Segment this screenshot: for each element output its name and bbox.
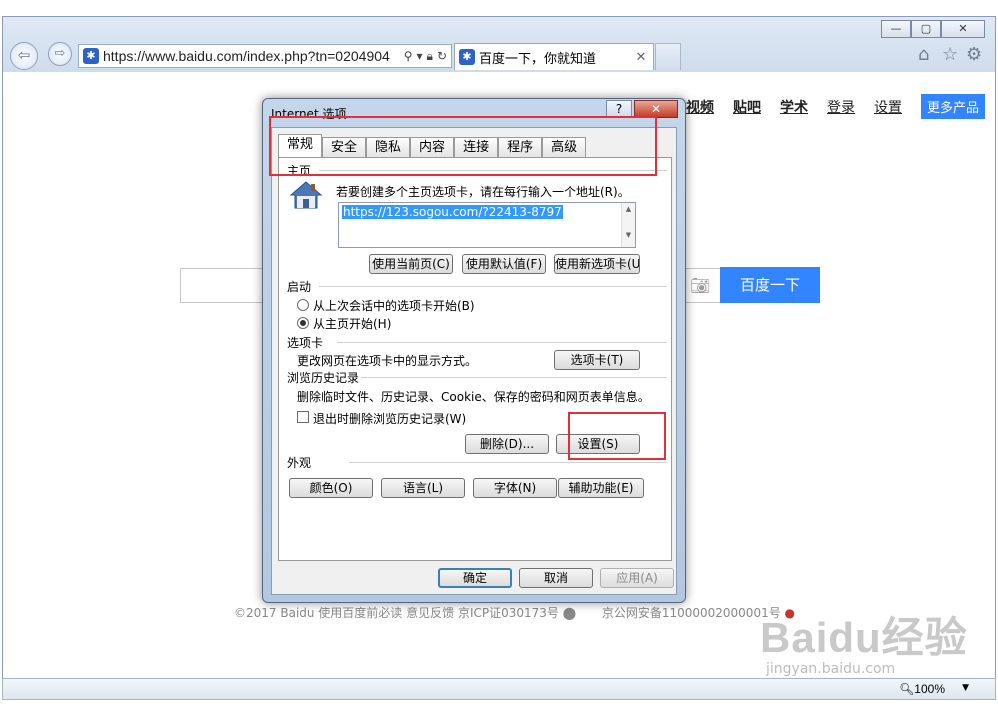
- homepage-url-textarea[interactable]: https://123.sogou.com/?22413-8797 ▲ ▼: [338, 202, 636, 248]
- fonts-button[interactable]: 字体(N): [473, 478, 557, 498]
- appearance-section-label: 外观: [287, 456, 312, 470]
- divider: [361, 377, 667, 378]
- home-icon[interactable]: ⌂: [918, 44, 929, 65]
- status-bar: 🔍︎100% ▼: [2, 678, 996, 700]
- dropdown-arrow-icon[interactable]: ▾: [417, 49, 423, 63]
- minimize-button[interactable]: —: [881, 20, 911, 38]
- lock-icon: 🔒︎: [426, 48, 433, 63]
- nav-video-link[interactable]: 视频: [686, 97, 714, 117]
- zoom-level[interactable]: 🔍︎100%: [899, 682, 945, 696]
- address-url[interactable]: https://www.baidu.com/index.php?tn=02049…: [103, 48, 404, 64]
- cancel-button[interactable]: 取消: [519, 568, 593, 588]
- settings-highlight-box: [568, 412, 666, 460]
- tabs-section-label: 选项卡: [287, 336, 324, 350]
- baidu-jingyan-watermark: Baidu经验 jingyan.baidu.com: [760, 604, 968, 677]
- camera-icon[interactable]: 📷︎: [690, 276, 710, 295]
- divider: [319, 286, 667, 287]
- baidu-top-nav: 视频 贴吧 学术 登录 设置 更多产品: [686, 94, 986, 119]
- back-arrow-icon: ⇦: [17, 46, 31, 64]
- startup-last-session-label[interactable]: 从上次会话中的选项卡开始(B): [313, 297, 475, 314]
- startup-homepage-radio[interactable]: [297, 317, 309, 329]
- use-default-button[interactable]: 使用默认值(F): [462, 254, 546, 274]
- baidu-search-button[interactable]: 百度一下: [720, 267, 820, 303]
- accessibility-button[interactable]: 辅助功能(E): [558, 478, 644, 498]
- delete-on-exit-checkbox[interactable]: [297, 411, 309, 423]
- apply-button[interactable]: 应用(A): [600, 568, 674, 588]
- gear-icon[interactable]: ⚙: [966, 44, 982, 65]
- baidu-footer: ©2017 Baidu 使用百度前必读 意见反馈 京ICP证030173号 ⬤ …: [234, 604, 795, 621]
- forward-arrow-icon: ⇨: [54, 46, 66, 61]
- tab-favicon-icon: ✱: [459, 49, 475, 65]
- use-current-button[interactable]: 使用当前页(C): [369, 254, 453, 274]
- new-tab-button[interactable]: [655, 43, 681, 70]
- maximize-button[interactable]: ▢: [911, 20, 941, 38]
- house-icon: [289, 181, 323, 209]
- homepage-instruction: 若要创建多个主页选项卡，请在每行输入一个地址(R)。: [336, 185, 630, 199]
- nav-xueshu-link[interactable]: 学术: [780, 97, 808, 117]
- browser-window: — ▢ ✕ ⇦ ⇨ ✱ https://www.baidu.com/index.…: [0, 0, 998, 710]
- footer-copyright: ©2017 Baidu 使用百度前必读 意见反馈 京ICP证030173号: [234, 606, 559, 620]
- delete-history-button[interactable]: 删除(D)...: [465, 434, 549, 454]
- tab-title: 百度一下，你就知道: [479, 51, 597, 67]
- window-close-button[interactable]: ✕: [941, 20, 985, 38]
- languages-button[interactable]: 语言(L): [381, 478, 465, 498]
- nav-tieba-link[interactable]: 贴吧: [733, 97, 761, 117]
- nav-settings-link[interactable]: 设置: [874, 97, 902, 117]
- history-section-label: 浏览历史记录: [287, 371, 360, 385]
- search-icon[interactable]: ⚲: [404, 49, 413, 63]
- divider: [337, 342, 667, 343]
- homepage-scrollbar[interactable]: ▲ ▼: [621, 203, 635, 247]
- ok-button[interactable]: 确定: [438, 568, 512, 588]
- address-bar[interactable]: ✱ https://www.baidu.com/index.php?tn=020…: [78, 44, 452, 68]
- divider: [349, 462, 667, 463]
- watermark-logo-text: Baidu经验: [760, 614, 968, 661]
- colors-button[interactable]: 颜色(O): [289, 478, 373, 498]
- tab-general[interactable]: 常规: [278, 134, 323, 157]
- homepage-url-value[interactable]: https://123.sogou.com/?22413-8797: [342, 205, 563, 219]
- favorites-star-icon[interactable]: ☆: [942, 44, 958, 65]
- browser-tab[interactable]: ✱ 百度一下，你就知道 ✕: [454, 43, 654, 70]
- startup-section-label: 启动: [287, 280, 312, 294]
- zoom-icon: 🔍︎: [899, 682, 915, 696]
- tab-close-icon[interactable]: ✕: [633, 50, 649, 65]
- tabs-description: 更改网页在选项卡中的显示方式。: [297, 354, 478, 368]
- tabs-settings-button[interactable]: 选项卡(T): [554, 350, 640, 370]
- bottom-gutter: [0, 700, 998, 710]
- footer-police-record[interactable]: 京公网安备11000002000001号: [602, 606, 781, 620]
- baidu-favicon-icon: ✱: [83, 48, 99, 64]
- tabs-highlight-box: [269, 116, 657, 176]
- startup-homepage-label[interactable]: 从主页开始(H): [313, 315, 391, 332]
- history-description: 删除临时文件、历史记录、Cookie、保存的密码和网页表单信息。: [297, 390, 650, 404]
- general-tab-panel: 主页 若要创建多个主页选项卡，请在每行输入一个地址(R)。 https://12…: [278, 157, 672, 561]
- window-controls: — ▢ ✕: [881, 20, 985, 38]
- use-new-tab-button[interactable]: 使用新选项卡(U): [554, 254, 640, 274]
- more-products-button[interactable]: 更多产品: [921, 94, 986, 119]
- dialog-body: 常规 安全 隐私 内容 连接 程序 高级 主页 若要创建多个主页选项卡，请在每行…: [271, 127, 677, 595]
- startup-last-session-radio[interactable]: [297, 299, 309, 311]
- nav-login-link[interactable]: 登录: [827, 97, 855, 117]
- refresh-icon[interactable]: ↻: [437, 49, 447, 63]
- top-gutter: [0, 0, 998, 16]
- delete-on-exit-label[interactable]: 退出时删除浏览历史记录(W): [313, 410, 466, 427]
- zoom-dropdown-icon[interactable]: ▼: [962, 683, 969, 693]
- back-button[interactable]: ⇦: [10, 42, 38, 70]
- location-pin-icon: ⬤: [562, 606, 577, 620]
- forward-button[interactable]: ⇨: [48, 42, 72, 66]
